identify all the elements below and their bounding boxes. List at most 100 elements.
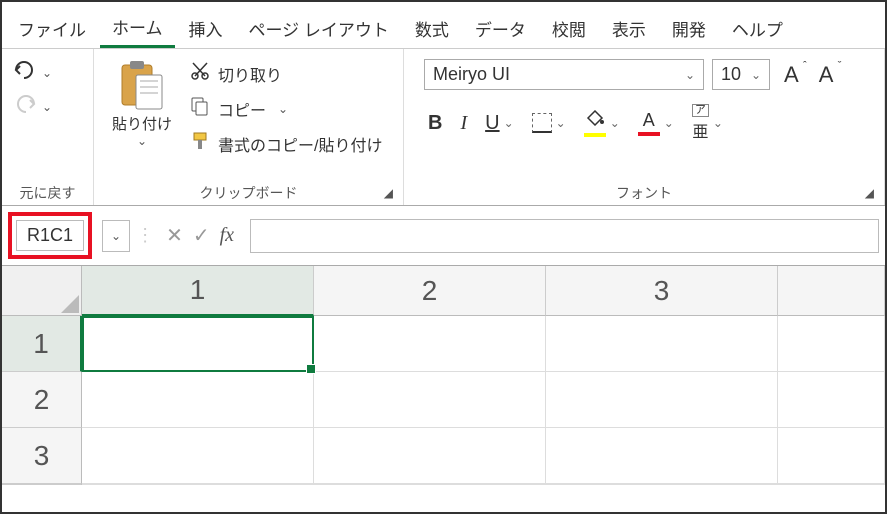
underline-letter: U xyxy=(485,112,499,135)
phonetic-button[interactable]: ア 亜 ⌄ xyxy=(692,104,723,142)
copy-label: コピー xyxy=(218,97,266,121)
select-all-corner[interactable] xyxy=(2,266,82,316)
font-size-select[interactable]: 10 ⌄ xyxy=(712,59,770,90)
group-font-label: フォント xyxy=(616,183,672,203)
cell-r3c3[interactable] xyxy=(546,428,778,484)
format-painter-label: 書式のコピー/貼り付け xyxy=(218,132,382,156)
font-color-letter: A xyxy=(643,110,655,131)
format-painter-button[interactable]: 書式のコピー/貼り付け xyxy=(190,131,382,156)
dialog-launcher-icon[interactable]: ◢ xyxy=(865,186,874,200)
chevron-down-icon: ⌄ xyxy=(42,66,52,80)
col-header-2[interactable]: 2 xyxy=(314,266,546,316)
chevron-down-icon: ⌄ xyxy=(610,116,620,130)
formula-input[interactable] xyxy=(250,219,879,253)
spreadsheet-grid: 1 2 3 1 2 3 xyxy=(2,266,885,485)
confirm-formula-button[interactable]: ✓ xyxy=(193,223,210,248)
cell-r3c1[interactable] xyxy=(82,428,314,484)
font-name-value: Meiryo UI xyxy=(433,64,510,85)
underline-button[interactable]: U ⌄ xyxy=(485,112,514,135)
cut-label: 切り取り xyxy=(218,62,282,86)
row-header-extra[interactable] xyxy=(2,484,82,485)
cell-r3c2[interactable] xyxy=(314,428,546,484)
font-name-select[interactable]: Meiryo UI ⌄ xyxy=(424,59,704,90)
col-header-3[interactable]: 3 xyxy=(546,266,778,316)
menu-help[interactable]: ヘルプ xyxy=(720,10,795,47)
menu-data[interactable]: データ xyxy=(463,10,538,47)
separator: ⋮ xyxy=(136,225,154,246)
name-box[interactable]: R1C1 xyxy=(16,220,84,251)
row-header-3[interactable]: 3 xyxy=(2,428,82,484)
chevron-down-icon: ⌄ xyxy=(42,100,52,114)
menu-view[interactable]: 表示 xyxy=(600,10,658,47)
name-box-dropdown[interactable]: ⌄ xyxy=(102,220,130,252)
cell-extra[interactable] xyxy=(778,484,885,485)
phonetic-bottom: 亜 xyxy=(692,118,708,142)
decrease-font-button[interactable]: Aˇ xyxy=(813,62,840,88)
phonetic-top: ア xyxy=(692,104,709,117)
redo-icon xyxy=(12,93,38,121)
menu-file[interactable]: ファイル xyxy=(6,10,98,47)
cell-r2c2[interactable] xyxy=(314,372,546,428)
italic-button[interactable]: I xyxy=(460,112,467,135)
cell-r2c4[interactable] xyxy=(778,372,885,428)
chevron-down-icon: ⌄ xyxy=(664,116,674,130)
increase-font-button[interactable]: Aˆ xyxy=(778,62,805,88)
cell-r2c1[interactable] xyxy=(82,372,314,428)
group-undo-label: 元に戻す xyxy=(20,183,76,203)
group-clipboard: 貼り付け ⌄ 切り取り コピー ⌄ xyxy=(94,49,404,205)
row-header-2[interactable]: 2 xyxy=(2,372,82,428)
paste-button[interactable]: 貼り付け ⌄ xyxy=(104,55,180,156)
cell-r3c4[interactable] xyxy=(778,428,885,484)
chevron-down-icon: ⌄ xyxy=(504,116,514,130)
name-box-highlight: R1C1 xyxy=(8,212,92,259)
menu-page-layout[interactable]: ページ レイアウト xyxy=(237,10,401,47)
copy-icon xyxy=(190,96,210,121)
undo-button[interactable]: ⌄ xyxy=(12,59,83,87)
cancel-formula-button[interactable]: ✕ xyxy=(166,223,183,248)
cell-r1c3[interactable] xyxy=(546,316,778,372)
fill-color-swatch xyxy=(584,133,606,137)
cell-extra[interactable] xyxy=(314,484,546,485)
scissors-icon xyxy=(190,61,210,86)
cell-r1c1[interactable] xyxy=(82,316,314,372)
copy-button[interactable]: コピー ⌄ xyxy=(190,96,382,121)
chevron-down-icon: ⌄ xyxy=(278,102,288,116)
group-clipboard-label: クリップボード xyxy=(200,183,298,203)
font-color-button[interactable]: A ⌄ xyxy=(638,110,674,136)
clipboard-icon xyxy=(118,59,166,111)
cell-r1c4[interactable] xyxy=(778,316,885,372)
cell-r1c2[interactable] xyxy=(314,316,546,372)
format-painter-icon xyxy=(190,131,210,156)
col-header-1[interactable]: 1 xyxy=(82,266,314,316)
paint-bucket-icon xyxy=(585,109,605,132)
formula-bar: R1C1 ⌄ ⋮ ✕ ✓ fx xyxy=(2,206,885,266)
cell-extra[interactable] xyxy=(546,484,778,485)
cell-r2c3[interactable] xyxy=(546,372,778,428)
chevron-down-icon: ⌄ xyxy=(713,116,723,130)
font-color-swatch xyxy=(638,132,660,136)
insert-function-button[interactable]: fx xyxy=(220,224,234,247)
chevron-down-icon: ⌄ xyxy=(751,68,761,82)
ribbon: ⌄ ⌄ 元に戻す xyxy=(2,48,885,206)
row-header-1[interactable]: 1 xyxy=(2,316,82,372)
cut-button[interactable]: 切り取り xyxy=(190,61,382,86)
menu-formulas[interactable]: 数式 xyxy=(403,10,461,47)
col-header-extra[interactable] xyxy=(778,266,885,316)
menu-home[interactable]: ホーム xyxy=(100,8,175,48)
paste-label: 貼り付け xyxy=(112,113,172,134)
bold-button[interactable]: B xyxy=(428,112,442,135)
undo-icon xyxy=(12,59,38,87)
menu-developer[interactable]: 開発 xyxy=(660,10,718,47)
menu-insert[interactable]: 挿入 xyxy=(177,10,235,47)
dialog-launcher-icon[interactable]: ◢ xyxy=(384,186,393,200)
fill-color-button[interactable]: ⌄ xyxy=(584,109,620,137)
menu-bar: ファイル ホーム 挿入 ページ レイアウト 数式 データ 校閲 表示 開発 ヘル… xyxy=(2,2,885,48)
border-icon xyxy=(532,113,552,133)
chevron-down-icon: ⌄ xyxy=(137,134,147,148)
increase-font-sup-icon: ˆ xyxy=(803,60,807,72)
cell-extra[interactable] xyxy=(82,484,314,485)
chevron-down-icon: ⌄ xyxy=(685,68,695,82)
menu-review[interactable]: 校閲 xyxy=(540,10,598,47)
redo-button[interactable]: ⌄ xyxy=(12,93,83,121)
borders-button[interactable]: ⌄ xyxy=(532,113,566,133)
